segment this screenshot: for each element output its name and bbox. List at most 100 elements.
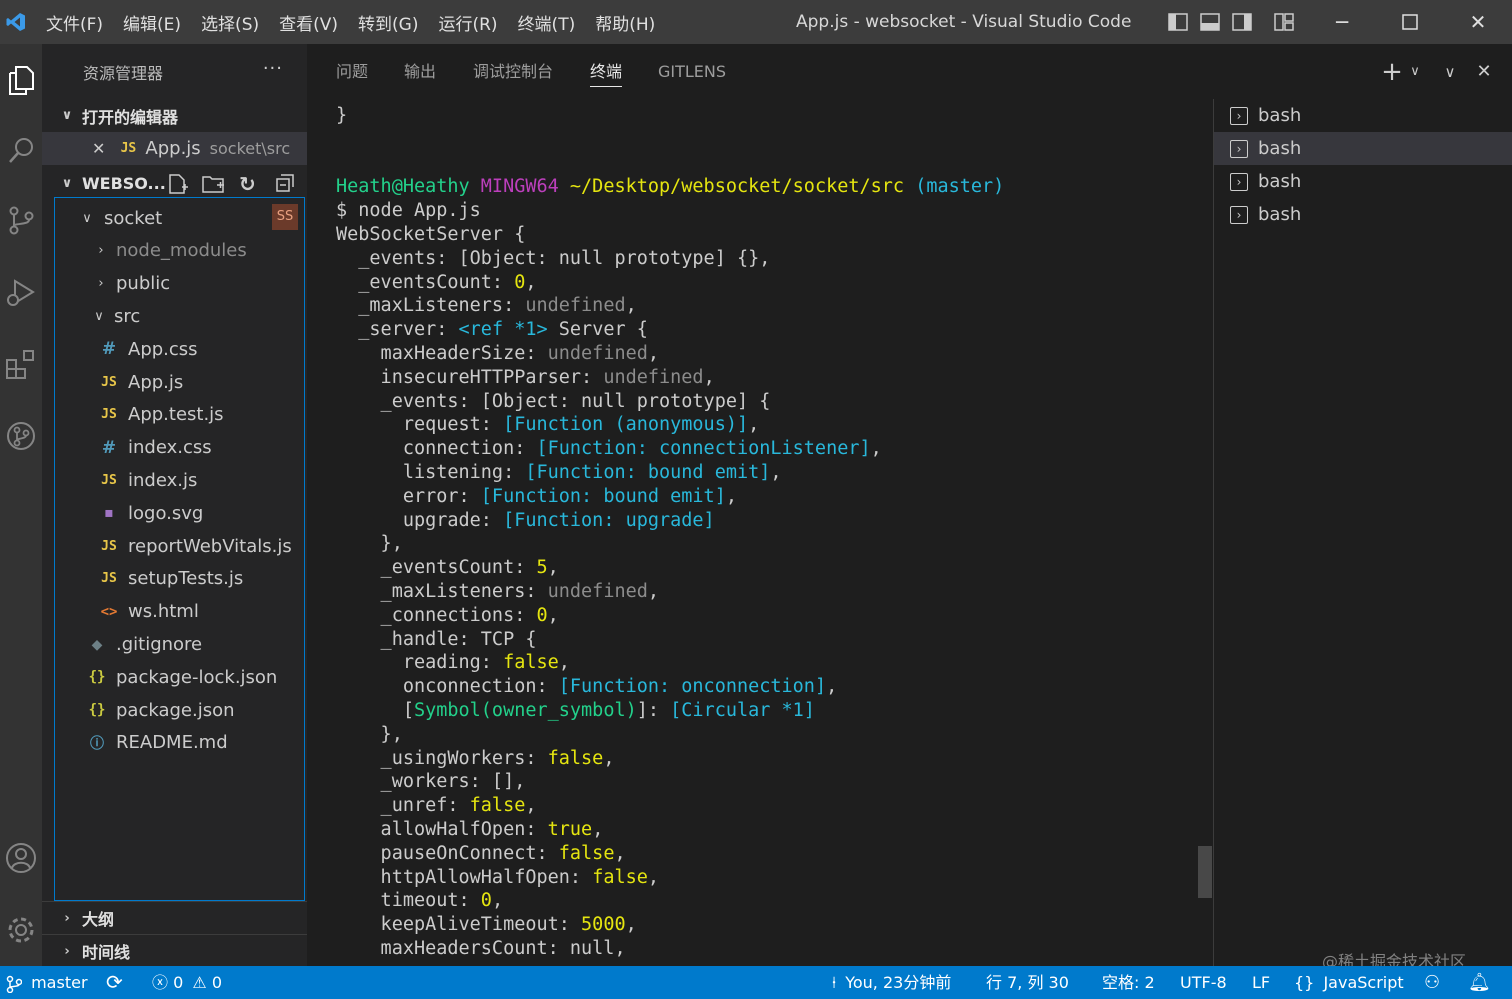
source-control-icon[interactable] [0,192,42,248]
folder-src[interactable]: ∨ src [42,300,307,333]
search-icon[interactable] [0,122,42,178]
new-folder-icon[interactable] [202,173,226,199]
settings-gear-icon[interactable] [0,902,42,958]
problems-status[interactable]: ⓧ 0 ⚠ 0 [152,966,222,999]
file-ws-html[interactable]: <> ws.html [42,595,307,628]
maximize-panel-icon[interactable]: ∨ [1437,44,1463,99]
tab-gitlens[interactable]: GITLENS [658,44,726,99]
chevron-down-icon: ∨ [94,309,104,325]
terminal-text: $ node App.js [336,200,481,222]
close-panel-icon[interactable]: ✕ [1471,44,1497,99]
accounts-icon[interactable] [0,830,42,886]
folder-socket[interactable]: ∨ socket SS [42,202,307,235]
terminal-line: insecureHTTPParser: undefined, [336,366,1196,390]
toggle-secondary-sidebar-icon[interactable] [1226,0,1258,44]
file-package-lock-json[interactable]: {} package-lock.json [42,661,307,694]
file-app-css[interactable]: # App.css [42,333,307,366]
file-gitignore[interactable]: ◆ .gitignore [42,628,307,661]
file-app-test-js[interactable]: JS App.test.js [42,399,307,432]
git-blame-status[interactable]: ⍿ You, 23分钟前 [832,966,951,999]
open-editor-item[interactable]: ✕ JS App.js socket\src [42,132,307,165]
indentation[interactable]: 空格: 2 [1102,966,1155,999]
menu-run[interactable]: 运行(R) [428,10,507,35]
terminal-text: _connections: [336,604,537,626]
menu-terminal[interactable]: 终端(T) [508,10,586,35]
tab-problems[interactable]: 问题 [336,44,368,99]
file-setup-tests-js[interactable]: JS setupTests.js [42,563,307,596]
css-file-icon: # [101,437,117,458]
menu-selection[interactable]: 选择(S) [191,10,269,35]
line-ending[interactable]: LF [1252,966,1270,999]
terminal-line: WebSocketServer { [336,223,1196,247]
branch-status[interactable]: master [6,966,88,999]
outline-section[interactable]: › 大纲 [42,901,307,934]
tab-output[interactable]: 输出 [404,44,436,99]
new-terminal-icon[interactable]: + [1379,44,1405,99]
terminal-text: timeout: [336,890,481,912]
menu-edit[interactable]: 编辑(E) [113,10,191,35]
terminal-dropdown-icon[interactable]: ∨ [1405,44,1425,99]
collapse-all-icon[interactable] [275,173,295,197]
file-package-json[interactable]: {} package.json [42,694,307,727]
explorer-icon[interactable] [0,52,42,108]
file-name: setupTests.js [128,568,244,590]
encoding[interactable]: UTF-8 [1180,966,1227,999]
terminal-text: false [547,747,604,769]
more-actions-icon[interactable]: ··· [263,58,283,79]
close-window-button[interactable]: ✕ [1444,0,1512,44]
terminal-instance[interactable]: › bash [1214,99,1512,132]
project-section[interactable]: ∨ WEBSO... ↻ [42,167,307,200]
terminal-text: Server { [547,319,648,341]
menu-help[interactable]: 帮助(H) [585,10,665,35]
terminal-instance[interactable]: › bash [1214,132,1512,165]
terminal-text: _maxListeners: [336,295,526,317]
terminal-text: [Function: onconnection] [558,676,827,698]
toggle-panel-icon[interactable] [1194,0,1226,44]
terminal-text: false [592,866,648,888]
open-editor-name: App.js [145,137,201,159]
terminal-instance[interactable]: › bash [1214,165,1512,198]
notifications-bell-icon[interactable]: 🔔︎ [1468,966,1491,999]
terminal-line: _workers: [], [336,770,1196,794]
file-logo-svg[interactable]: ▪ logo.svg [42,497,307,530]
file-index-css[interactable]: # index.css [42,431,307,464]
menu-go[interactable]: 转到(G) [348,10,428,35]
terminal-text: _maxListeners: [336,580,548,602]
terminal-instance[interactable]: › bash [1214,198,1512,231]
cursor-position[interactable]: 行 7, 列 30 [986,966,1069,999]
tab-terminal[interactable]: 终端 [590,44,623,99]
minimize-button[interactable]: ─ [1308,0,1376,44]
file-app-js[interactable]: JS App.js [42,366,307,399]
file-report-web-vitals-js[interactable]: JS reportWebVitals.js [42,530,307,563]
menu-view[interactable]: 查看(V) [269,10,348,35]
terminal-line: onconnection: [Function: onconnection], [336,675,1196,699]
terminal-line: _events: [Object: null prototype] {}, [336,247,1196,271]
toggle-sidebar-icon[interactable] [1162,0,1194,44]
new-file-icon[interactable] [168,173,188,199]
terminal-line: _unref: false, [336,794,1196,818]
run-debug-icon[interactable] [0,264,42,320]
sync-icon[interactable]: ⟳ [106,966,123,999]
file-name: README.md [116,732,228,754]
file-readme-md[interactable]: ⓘ README.md [42,727,307,760]
menu-file[interactable]: 文件(F) [36,10,113,35]
terminal-text: , [770,461,782,483]
extensions-icon[interactable] [0,336,42,392]
language-mode[interactable]: {} JavaScript [1294,966,1404,999]
customize-layout-icon[interactable] [1268,0,1300,44]
terminal-scrollbar[interactable] [1198,846,1212,898]
folder-node-modules[interactable]: › node_modules [42,235,307,268]
maximize-button[interactable] [1376,0,1444,44]
tab-debug-console[interactable]: 调试控制台 [473,44,553,99]
refresh-icon[interactable]: ↻ [239,172,256,196]
gitlens-icon[interactable] [0,408,42,464]
live-share-icon[interactable]: ⚇ [1424,966,1440,999]
file-index-js[interactable]: JS index.js [42,464,307,497]
terminal-text: , [703,366,715,388]
open-editors-section[interactable]: ∨ 打开的编辑器 [42,99,307,132]
blame-text: You, 23分钟前 [845,973,952,992]
folder-public[interactable]: › public [42,267,307,300]
timeline-section[interactable]: › 时间线 [42,934,307,967]
terminal-output[interactable]: } Heath@Heathy MINGW64 ~/Desktop/websocke… [336,104,1196,966]
close-editor-icon[interactable]: ✕ [92,139,105,158]
